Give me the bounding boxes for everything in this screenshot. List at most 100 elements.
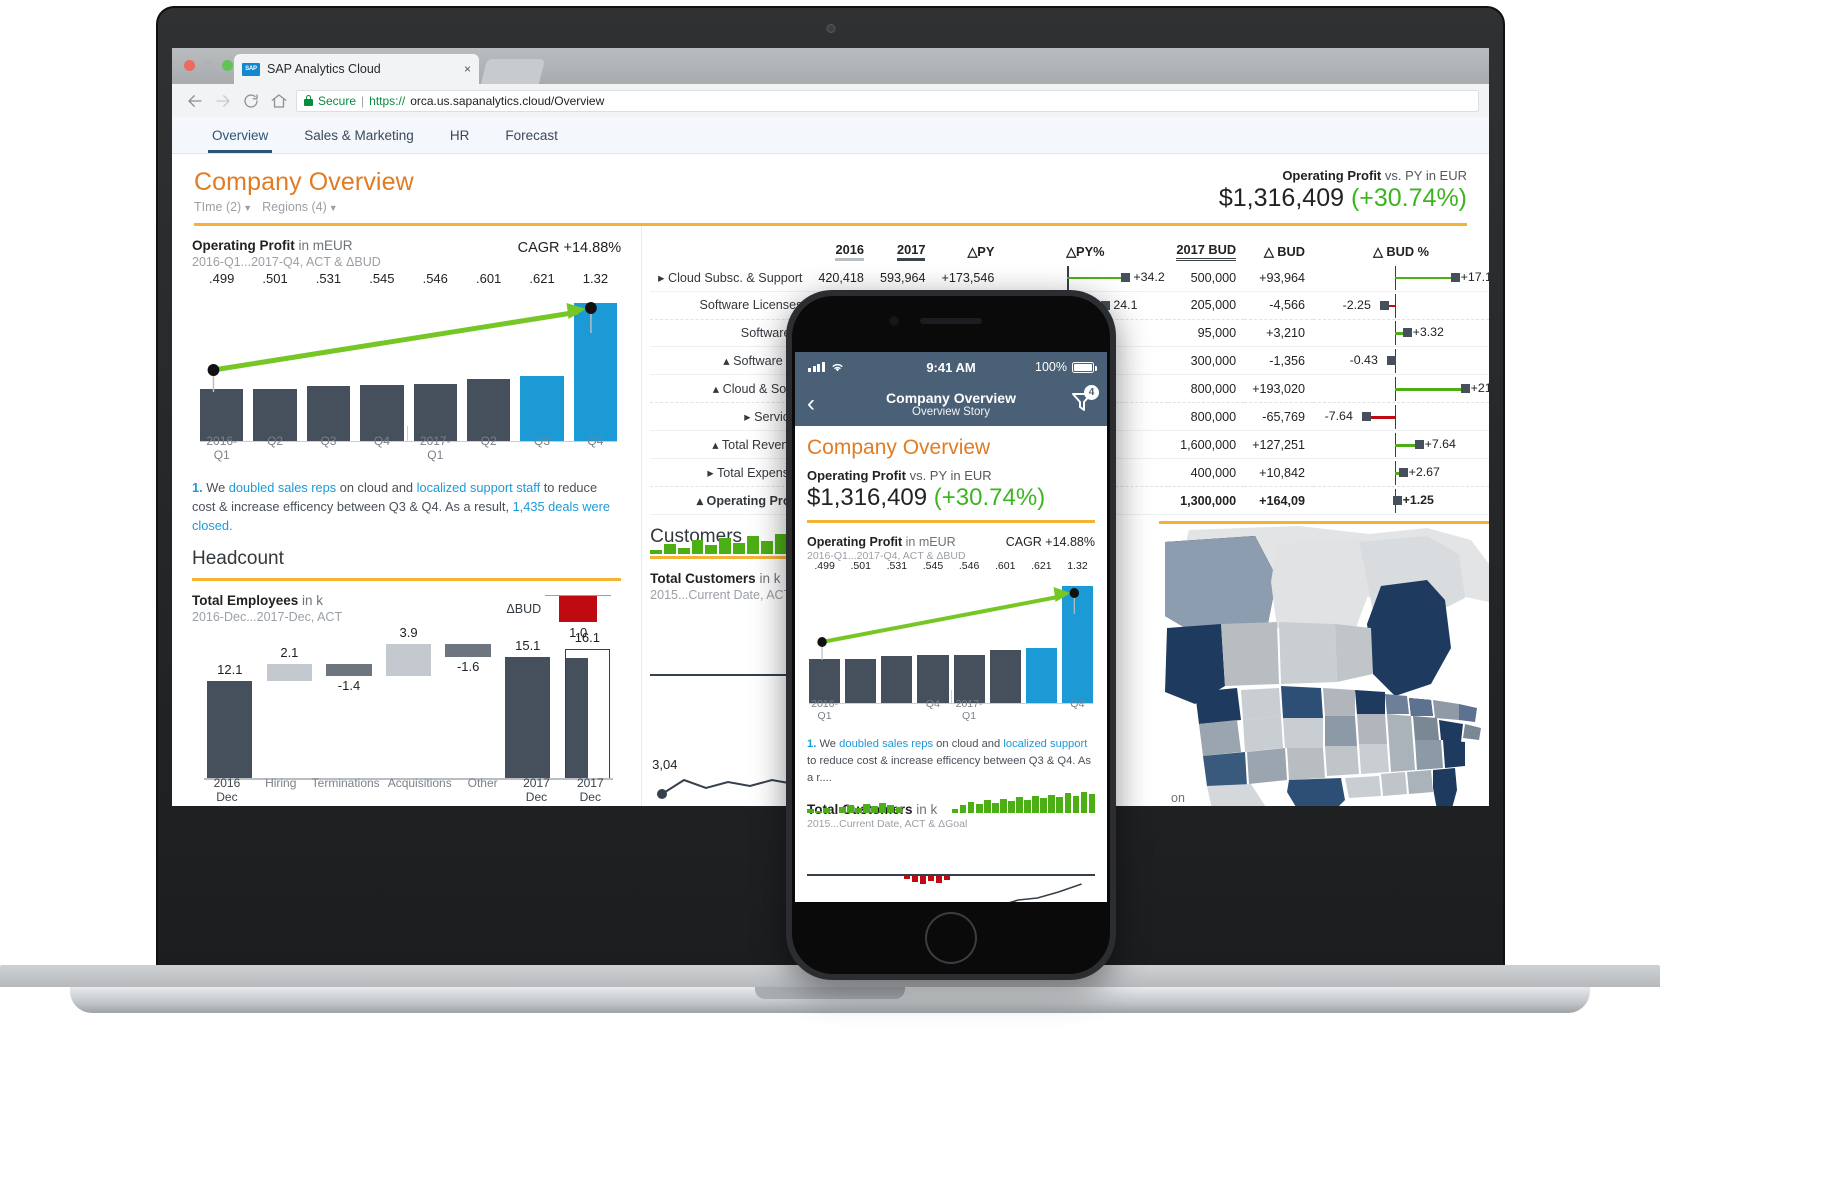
phone-chart-cagr: CAGR +14.88%	[1005, 535, 1095, 549]
regions-map-panel[interactable]: on	[1159, 521, 1489, 806]
header-kpi: Operating Profit vs. PY in EUR $1,316,40…	[1219, 168, 1467, 213]
left-column: Operating Profit in mEUR 2016-Q1...2017-…	[172, 226, 643, 806]
op-bar-group: .499 .501 .531 .545 .546 .601 .621 1.32	[200, 271, 618, 442]
waterfall-column[interactable]: 2.1	[264, 638, 316, 780]
waterfall-x-label: 2016 Dec	[213, 775, 241, 804]
phone-bar-label: .621	[1031, 560, 1052, 572]
table-row[interactable]: ▸ Cloud Subsc. & Support 420,418 593,964 +1…	[650, 264, 1489, 292]
micro-chart: +1.25	[1321, 489, 1481, 514]
headcount-chart-header: Total Employees in k 2016-Dec...2017-Dec…	[192, 592, 621, 640]
phone-kpi-divider	[807, 520, 1095, 523]
home-icon[interactable]	[270, 92, 288, 110]
waterfall-column[interactable]: 16.1	[562, 630, 614, 780]
story-link-2[interactable]: localized support staff	[417, 480, 541, 495]
waterfall-bar	[326, 664, 372, 676]
battery-percent: 100%	[1035, 360, 1067, 374]
reload-icon[interactable]	[242, 92, 260, 110]
waterfall-label: 3.9	[399, 625, 418, 641]
tab-forecast[interactable]: Forecast	[487, 117, 576, 153]
close-window-icon[interactable]	[184, 60, 195, 71]
headcount-title: Headcount	[192, 547, 284, 569]
op-bar-item[interactable]: .545	[360, 271, 404, 442]
waterfall-column[interactable]: 3.9	[383, 625, 435, 780]
op-bar-item[interactable]: 1.32	[573, 271, 618, 442]
waterfall-label: -1.4	[337, 677, 361, 693]
table-cell-delta-bud-pct: +3.32	[1313, 319, 1489, 348]
tab-overview[interactable]: Overview	[194, 117, 286, 153]
op-bar-item[interactable]: .601	[466, 271, 511, 442]
header-kpi-delta: (+30.74%)	[1350, 184, 1467, 212]
phone-customers-sparkline[interactable]: 8.21	[807, 792, 1096, 902]
tab-title: SAP Analytics Cloud	[267, 62, 381, 76]
micro-value: -0.43	[1349, 353, 1378, 368]
story-link-1[interactable]: doubled sales reps	[229, 480, 336, 495]
table-cell: +173,546	[933, 264, 1003, 292]
phone-kpi-label: Operating Profit vs. PY in EUR	[807, 468, 1095, 483]
waterfall-column[interactable]: 12.1	[204, 638, 256, 780]
waterfall-column[interactable]: -1.6	[442, 638, 494, 780]
phone-operating-profit-chart[interactable]: .499.501.531.545.546.601.621 1.32 2016-Q1…	[807, 560, 1095, 724]
waterfall-bar	[207, 681, 253, 780]
story-number: 1.	[192, 480, 203, 495]
waterfall-column[interactable]: 15.1	[502, 638, 554, 780]
op-bar-item[interactable]: .546	[413, 271, 457, 442]
table-row-label: ▸ Cloud Subsc. & Support	[650, 264, 811, 292]
waterfall-column[interactable]: -1.4	[323, 638, 375, 780]
tab-hr[interactable]: HR	[432, 117, 488, 153]
phone-story-link-1[interactable]: doubled sales reps	[839, 738, 933, 750]
phone-customers-subtitle: 2015...Current Date, ACT & ΔGoal	[807, 818, 968, 831]
waterfall-x-label: Terminations	[311, 775, 380, 790]
table-cell-bud: 95,000	[1168, 319, 1245, 348]
operating-profit-chart[interactable]: .499 .501 .531 .545 .546 .601 .621 1.32 2016-Q1…	[192, 271, 621, 464]
browser-tab[interactable]: SAP SAP Analytics Cloud ×	[234, 54, 479, 84]
waterfall-x-label: Hiring	[265, 775, 297, 790]
new-tab-button[interactable]	[480, 59, 546, 84]
tab-sales-marketing[interactable]: Sales & Marketing	[286, 117, 432, 153]
op-bar-item[interactable]: .501	[253, 271, 297, 442]
phone-kpi-measure: Operating Profit	[807, 468, 906, 483]
window-traffic-lights[interactable]	[184, 60, 233, 71]
waterfall-bar	[505, 657, 551, 780]
phone-story-link-2[interactable]: localized support	[1003, 738, 1087, 750]
phone-camera-icon	[889, 316, 899, 326]
headcount-unit: in k	[298, 592, 324, 608]
op-bar-item[interactable]: .531	[306, 271, 351, 442]
minimize-window-icon[interactable]	[203, 60, 214, 71]
micro-bar	[1394, 388, 1467, 391]
filter-regions[interactable]: Regions (4) ▼	[262, 200, 338, 214]
op-x-label: Q4	[587, 434, 604, 448]
op-bar-label: .546	[422, 271, 448, 286]
micro-chart: +3.32	[1321, 321, 1481, 346]
tab-hr-label: HR	[449, 127, 470, 143]
phone-story-number: 1.	[807, 738, 817, 750]
table-column-header: △ BUD %	[1372, 243, 1430, 259]
micro-bar	[1067, 276, 1128, 280]
forward-arrow-icon[interactable]	[214, 92, 232, 110]
phone-chart-unit: in mEUR	[902, 535, 956, 549]
micro-value: +17.17	[1460, 269, 1489, 284]
table-cell-delta-bud: +3,210	[1244, 319, 1313, 348]
op-bar-item[interactable]: .499	[200, 271, 244, 442]
delta-bud-negative-bar	[559, 595, 598, 622]
filter-icon[interactable]: 4	[1069, 384, 1099, 420]
maximize-window-icon[interactable]	[222, 60, 233, 71]
headcount-divider	[192, 577, 622, 581]
filter-time[interactable]: TIme (2) ▼	[194, 200, 252, 214]
waterfall-columns: 12.1 2.1 -1.4 3.9 -1.6 15.1 16.1	[204, 625, 614, 780]
table-column-header	[650, 242, 810, 264]
micro-chart: -7.64	[1321, 405, 1481, 430]
op-chart-measure: Operating Profit	[192, 238, 295, 253]
waterfall-bar	[385, 644, 432, 676]
close-tab-icon[interactable]: ×	[464, 62, 471, 76]
op-bar-item[interactable]: .621	[520, 271, 564, 442]
table-cell-delta-bud-pct: +17.17	[1313, 264, 1489, 292]
url-input[interactable]: Secure | https:// orca.us.sapanalytics.c…	[296, 89, 1479, 112]
back-arrow-icon[interactable]	[186, 92, 204, 110]
map-caption: on	[1171, 791, 1185, 805]
north-america-choropleth-map[interactable]	[1159, 524, 1489, 806]
phone-home-button[interactable]	[925, 912, 977, 964]
phone-nav-bar: ‹ Company Overview Overview Story 4	[795, 382, 1107, 426]
chevron-down-icon: ▼	[243, 203, 253, 213]
op-chart-subtitle: 2016-Q1...2017-Q4, ACT & ΔBUD	[192, 255, 381, 269]
headcount-waterfall-chart[interactable]: 12.1 2.1 -1.4 3.9 -1.6 15.1 16.1 2016 Dec Hirin…	[204, 625, 614, 806]
